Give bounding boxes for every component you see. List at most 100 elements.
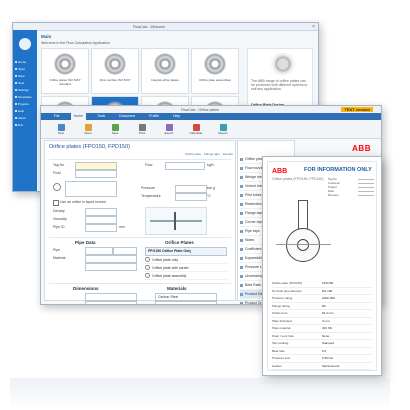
sidebar-item-icon <box>15 74 17 77</box>
doc-table-value: 0.6 <box>322 348 327 353</box>
sidebar-item-label: Settings <box>18 87 29 92</box>
sidebar-item[interactable]: Projects <box>15 100 35 107</box>
ribbon-button[interactable]: Export <box>159 123 179 135</box>
sidebar-item-icon <box>15 116 17 119</box>
doc-table-label: Drain / vent hole <box>272 333 294 338</box>
item-icon <box>240 193 243 197</box>
temperature-input[interactable] <box>175 193 207 201</box>
ribbon-button[interactable]: Print <box>132 123 152 135</box>
ribbon-button[interactable]: Calculate <box>186 123 206 135</box>
doc-table-label: Orifice bore <box>272 311 288 316</box>
item-icon <box>240 301 243 304</box>
fluid-input[interactable] <box>75 170 117 178</box>
doc-table-row: Gasket Spiral wound <box>272 363 372 370</box>
viscosity-input[interactable] <box>85 216 117 224</box>
orifice-type-value: FPO150 Orifice Plate Only <box>148 249 192 253</box>
checkbox-label: Use as orifice in liquid service <box>60 200 107 204</box>
sidebar-item[interactable]: New <box>15 79 35 86</box>
sidebar-item[interactable]: Open <box>15 65 35 72</box>
fluid-list[interactable] <box>65 181 117 197</box>
material-dropdown[interactable]: Carbon Steel <box>155 293 217 301</box>
ribbon-tab[interactable]: Document <box>116 113 138 120</box>
ribbon-button-icon <box>165 123 173 131</box>
item-icon <box>240 175 243 179</box>
sidebar-item[interactable]: Save <box>15 72 35 79</box>
flow-input[interactable] <box>165 162 205 170</box>
tag-input[interactable] <box>75 162 117 170</box>
liquid-checkbox[interactable] <box>53 200 59 206</box>
ribbon-tab[interactable]: Profile <box>146 113 162 120</box>
item-icon <box>240 292 243 296</box>
item-icon <box>240 247 243 251</box>
ribbon-button[interactable]: Open <box>78 123 98 135</box>
doc-info-value-line <box>358 187 374 188</box>
orifice-type-option[interactable]: Orifice plate with carrier <box>145 264 227 272</box>
doc-table-label: Plate material <box>272 326 291 331</box>
pipe-label: Pipe <box>53 248 61 252</box>
sidebar-item[interactable]: Home <box>15 58 35 65</box>
pipe-schedule-input[interactable] <box>113 247 137 255</box>
close-icon[interactable]: × <box>312 24 315 30</box>
sidebar-item[interactable]: Settings <box>15 86 35 93</box>
form-panel: Orifice plates (FPO150, FPD150) Orifice … <box>44 140 236 304</box>
centerline <box>276 244 331 245</box>
right-panel-item-label: Uncertainty <box>245 274 263 278</box>
abb-logo-mid-text: ABB <box>352 144 371 153</box>
product-caption: Flow nozzles ISO 5167 <box>99 79 131 82</box>
pipe-size-input[interactable] <box>85 247 113 255</box>
doc-header-line: Orifice plates (FPO150, FPD150) <box>272 177 324 181</box>
section-pipe-data: Pipe Data <box>75 240 96 245</box>
doc-tab[interactable]: Results <box>223 152 233 156</box>
sidebar-item[interactable]: Exit <box>15 121 35 128</box>
item-icon <box>240 211 243 215</box>
doc-table-label: Orifice plate (FPO150) <box>272 281 303 286</box>
ribbon-button[interactable]: Save <box>105 123 125 135</box>
orifice-type-dropdown[interactable]: FPO150 Orifice Plate Only <box>145 247 227 256</box>
sidebar-item[interactable]: About <box>15 114 35 121</box>
abb-logo-front-text: ABB <box>272 168 288 175</box>
ribbon-tab[interactable]: File <box>51 113 63 120</box>
material-input-2[interactable] <box>155 301 217 304</box>
doc-tab[interactable]: Orifice plate <box>185 152 201 156</box>
product-tile[interactable]: Orifice plates ISO 5167 standard <box>41 48 89 94</box>
doc-table-label: Tab marking <box>272 341 289 346</box>
sidebar-item[interactable]: Templates <box>15 93 35 100</box>
pressure-label: Pressure <box>141 186 156 190</box>
temp-unit: °C <box>207 194 211 198</box>
product-tile[interactable]: Integral orifice plates <box>141 48 189 94</box>
abb-logo-mid: ABB <box>352 144 371 153</box>
sidebar-item-label: Save <box>18 73 25 78</box>
ribbon-button-label: Open <box>84 130 92 135</box>
doc-table-label: Flange facing <box>272 303 291 308</box>
dimension-input-1[interactable] <box>85 293 137 301</box>
product-tile[interactable]: Orifice plate assemblies <box>191 48 239 94</box>
ribbon-button[interactable]: New <box>51 123 71 135</box>
section-materials: Materials <box>167 286 187 291</box>
density-input[interactable] <box>85 208 117 216</box>
doc-info-value-line <box>358 183 374 184</box>
back-window-titlebar: FlowCalc - Welcome × <box>13 23 318 31</box>
pressure-input[interactable] <box>175 185 207 193</box>
orifice-type-option[interactable]: Orifice plate only <box>145 256 227 264</box>
material-label: Material <box>53 256 66 260</box>
product-image <box>204 53 226 75</box>
doc-tab[interactable]: Flange taps <box>204 152 220 156</box>
ribbon-tab[interactable]: Home <box>70 113 86 120</box>
dimension-input-2[interactable] <box>85 301 137 304</box>
doc-table-row: Tab marking Stamped <box>272 340 372 348</box>
doc-table-row: Plate material 316 SS <box>272 325 372 333</box>
ribbon-button[interactable]: Report <box>213 123 233 135</box>
pipe-id-input[interactable] <box>85 224 117 232</box>
sidebar-item[interactable]: Help <box>15 107 35 114</box>
doc-table: Orifice plate (FPO150) FPO150 Nominal pipe… <box>272 280 372 370</box>
item-icon <box>240 202 243 206</box>
radio-group[interactable] <box>53 183 61 191</box>
pipe-extra-input[interactable] <box>85 263 137 271</box>
item-icon <box>240 229 243 233</box>
ribbon-button-label: Report <box>218 130 228 135</box>
pipe-material-input[interactable] <box>85 255 137 263</box>
ribbon-tab[interactable]: Tools <box>94 113 108 120</box>
product-tile[interactable]: Flow nozzles ISO 5167 <box>91 48 139 94</box>
orifice-type-option[interactable]: Orifice plate assembly <box>145 272 227 280</box>
ribbon-tab[interactable]: Help <box>170 113 183 120</box>
